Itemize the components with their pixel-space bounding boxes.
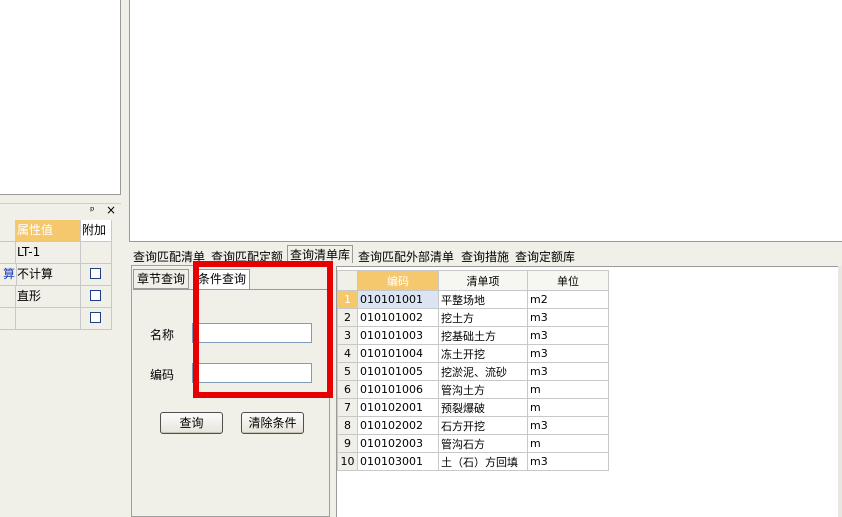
table-row[interactable]: 8 010102002 石方开挖 m3 [337, 416, 609, 435]
tab-match-external-list[interactable]: 查询匹配外部清单 [358, 248, 454, 265]
column-header-value: 属性值 [15, 220, 81, 241]
tab-measures[interactable]: 查询措施 [461, 248, 509, 265]
table-row[interactable]: 1 010101001 平整场地 m2 [337, 290, 609, 309]
property-row[interactable]: LT-1 [0, 242, 112, 264]
column-header-extra: 附加 [81, 220, 112, 241]
table-row[interactable]: 4 010101004 冻土开挖 m3 [337, 344, 609, 363]
table-row[interactable]: 3 010101003 挖基础土方 m3 [337, 326, 609, 345]
query-button[interactable]: 查询 [160, 412, 223, 434]
property-grid-header: 属性值 附加 [0, 220, 112, 242]
property-value[interactable] [15, 308, 81, 329]
table-row[interactable]: 2 010101002 挖土方 m3 [337, 308, 609, 327]
pin-icon[interactable]: ᵖ [90, 204, 95, 217]
code-label: 编码 [150, 368, 175, 382]
checkbox[interactable] [90, 290, 101, 301]
property-value[interactable]: 不计算 [15, 264, 81, 285]
right-top-pane [129, 0, 842, 242]
tab-chapter-query[interactable]: 章节查询 [133, 269, 190, 289]
name-label: 名称 [150, 328, 175, 342]
table-header-row: 编码 清单项 单位 [337, 270, 609, 291]
column-header-code[interactable]: 编码 [357, 270, 439, 291]
left-top-pane [0, 0, 121, 195]
vertical-splitter[interactable] [121, 0, 129, 517]
property-row[interactable]: 算 不计算 [0, 264, 112, 286]
bill-item-table: 编码 清单项 单位 1 010101001 平整场地 m2 2 010101002 挖土方… [337, 270, 609, 471]
table-row[interactable]: 7 010102001 预裂爆破 m [337, 398, 609, 417]
property-row[interactable] [0, 308, 112, 330]
property-value[interactable]: LT-1 [15, 242, 81, 263]
property-row[interactable]: 直形 [0, 286, 112, 308]
checkbox[interactable] [90, 312, 101, 323]
column-header-unit[interactable]: 单位 [527, 270, 609, 291]
results-pane: 编码 清单项 单位 1 010101001 平整场地 m2 2 010101002 挖土方… [336, 266, 842, 517]
close-icon[interactable]: × [106, 203, 116, 217]
column-header-item[interactable]: 清单项 [438, 270, 528, 291]
property-grid: 属性值 附加 LT-1 算 不计算 直形 [0, 220, 112, 330]
table-row[interactable]: 9 010102003 管沟石方 m [337, 434, 609, 453]
checkbox[interactable] [90, 268, 101, 279]
highlight-box [193, 261, 333, 398]
table-row[interactable]: 10 010103001 土（石）方回填 m3 [337, 452, 609, 471]
tab-quota-library[interactable]: 查询定额库 [515, 248, 575, 265]
table-row[interactable]: 6 010101006 管沟土方 m [337, 380, 609, 399]
vertical-scrollbar[interactable] [838, 266, 842, 517]
table-row[interactable]: 5 010101005 挖淤泥、流砂 m3 [337, 362, 609, 381]
property-panel-titlebar: ᵖ × [0, 203, 121, 219]
property-value[interactable]: 直形 [15, 286, 81, 307]
clear-conditions-button[interactable]: 清除条件 [241, 412, 304, 434]
